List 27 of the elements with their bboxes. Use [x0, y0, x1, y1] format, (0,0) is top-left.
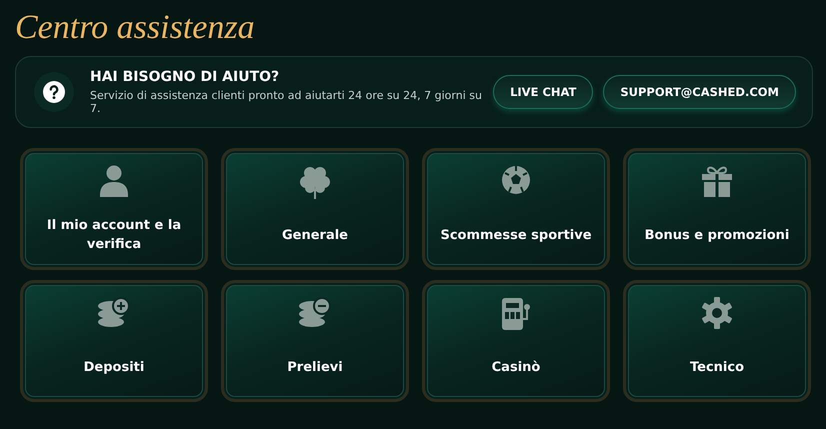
category-card[interactable]: Il mio account e la verifica	[20, 148, 208, 270]
card-label: Depositi	[84, 358, 144, 376]
category-card[interactable]: Generale	[221, 148, 409, 270]
email-button[interactable]: SUPPORT@CASHED.COM	[603, 75, 796, 109]
clover-icon	[298, 165, 332, 199]
live-chat-button[interactable]: LIVE CHAT	[493, 75, 594, 109]
help-icon	[34, 72, 74, 112]
category-card[interactable]: Casinò	[422, 280, 610, 402]
help-title: HAI BISOGNO DI AIUTO?	[90, 69, 280, 85]
category-card[interactable]: Tecnico	[623, 280, 811, 402]
gift-icon	[702, 165, 732, 199]
card-label: Il mio account e la verifica	[46, 217, 182, 254]
gear-icon	[701, 297, 733, 331]
help-description: Servizio di assistenza clienti pronto ad aiutarti 24 ore su 24, 7 giorni su 7.	[90, 89, 483, 115]
card-label: Bonus e promozioni	[644, 226, 790, 244]
category-card[interactable]: Bonus e promozioni	[623, 148, 811, 270]
card-label: Casinò	[492, 358, 540, 376]
card-label: Prelievi	[287, 358, 343, 376]
category-card[interactable]: Prelievi	[221, 280, 409, 402]
page-title: Centro assistenza	[15, 8, 255, 48]
card-label: Generale	[282, 226, 348, 244]
category-card[interactable]: Scommesse sportive	[422, 148, 610, 270]
slot-machine-icon	[501, 297, 531, 331]
card-label: Scommesse sportive	[440, 226, 592, 244]
card-label: Tecnico	[690, 358, 744, 376]
user-icon	[100, 165, 128, 199]
category-card[interactable]: Depositi	[20, 280, 208, 402]
